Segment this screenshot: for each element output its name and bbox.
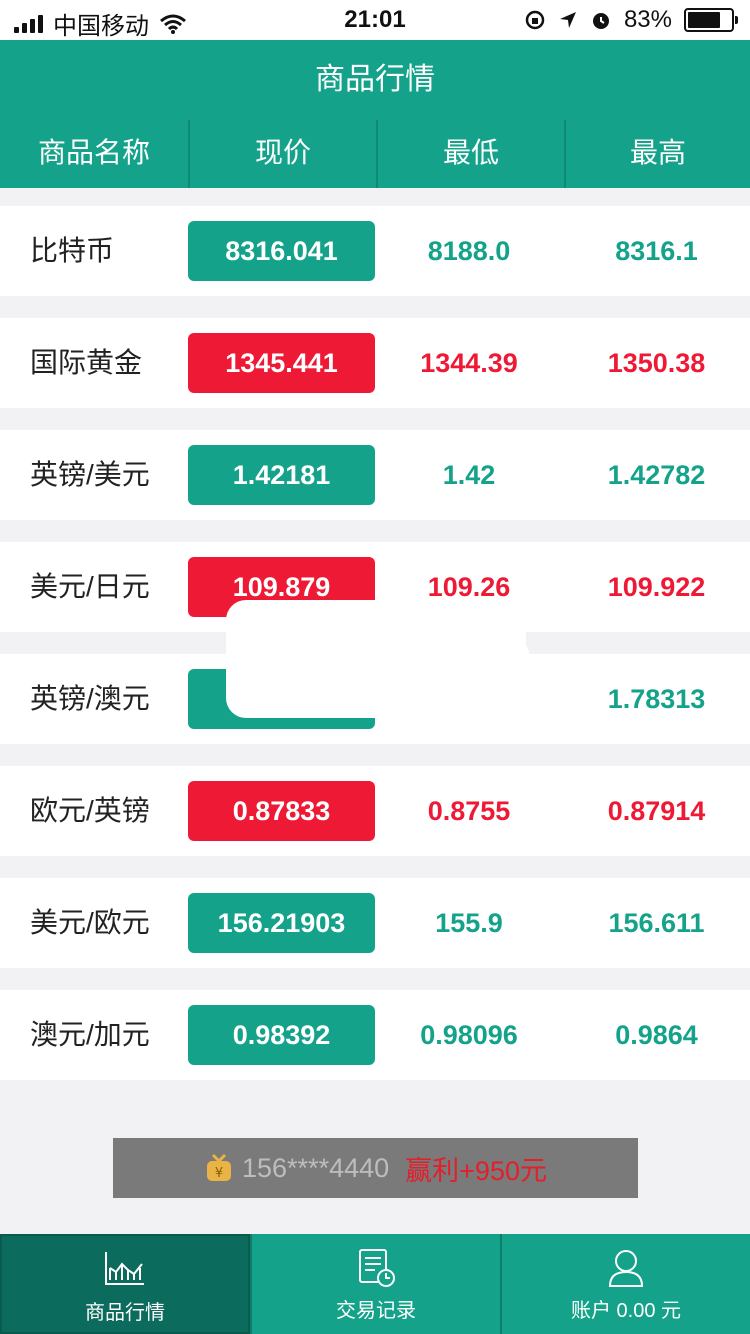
low-price: 1.42: [442, 460, 496, 490]
coin-bag-icon: ¥: [207, 1153, 231, 1181]
user-icon: [608, 1250, 644, 1287]
location-icon: [559, 12, 576, 28]
current-price[interactable]: 1.42181: [188, 445, 375, 505]
document-clock-icon: [359, 1249, 395, 1287]
ticker-user: 156****4440: [242, 1152, 390, 1183]
low-price: 0.98096: [420, 1020, 518, 1050]
low-price: 1344.39: [420, 348, 518, 378]
commodity-name: 比特币: [30, 235, 115, 266]
page-title: 商品行情: [0, 40, 750, 120]
table-row[interactable]: 国际黄金 1345.441 1344.39 1350.38: [0, 318, 750, 408]
status-bar: 中国移动 21:01 83%: [0, 0, 750, 40]
tab-trade-records-label: 交易记录: [336, 1300, 416, 1322]
current-price[interactable]: 1345.441: [188, 333, 375, 393]
win-ticker: ¥ 156****4440 赢利+950元: [113, 1138, 638, 1198]
redaction-smear: [370, 630, 530, 720]
commodity-name: 英镑/澳元: [30, 683, 150, 714]
tab-account[interactable]: 账户 0.00 元: [500, 1234, 750, 1334]
high-price: 109.922: [607, 572, 706, 602]
low-price: 155.9: [435, 908, 503, 938]
table-header: 商品名称 现价 最低 最高: [0, 120, 750, 188]
tab-account-label: 账户 0.00 元: [570, 1300, 682, 1322]
table-row[interactable]: 美元/欧元 156.21903 155.9 156.611: [0, 878, 750, 968]
commodity-name: 国际黄金: [30, 347, 143, 378]
column-header-high: 最高: [564, 120, 750, 188]
battery-percent: 83%: [623, 6, 672, 33]
low-price: 0.8755: [427, 796, 511, 826]
table-row[interactable]: 澳元/加元 0.98392 0.98096 0.9864: [0, 990, 750, 1080]
current-price[interactable]: 8316.041: [188, 221, 375, 281]
ticker-win-amount: 赢利+950元: [405, 1155, 547, 1186]
commodity-name: 美元/欧元: [30, 907, 150, 938]
commodity-name: 美元/日元: [30, 571, 150, 602]
high-price: 0.9864: [615, 1020, 698, 1050]
high-price: 156.611: [608, 908, 705, 938]
high-price: 1.78313: [607, 684, 706, 714]
tab-trade-records[interactable]: 交易记录: [250, 1234, 500, 1334]
high-price: 1.42782: [607, 460, 706, 490]
svg-text:¥: ¥: [215, 1166, 223, 1181]
current-price[interactable]: 0.98392: [188, 1005, 375, 1065]
orientation-lock-icon: [525, 10, 545, 30]
column-header-low: 最低: [376, 120, 564, 188]
tab-market[interactable]: 商品行情: [0, 1234, 250, 1334]
tab-bar: 商品行情 交易记录 账户 0.00 元: [0, 1234, 750, 1334]
commodity-name: 英镑/美元: [30, 459, 150, 490]
low-price: 8188.0: [427, 236, 511, 266]
column-header-price: 现价: [188, 120, 376, 188]
alarm-icon: [592, 13, 609, 29]
table-row[interactable]: 比特币 8316.041 8188.0 8316.1: [0, 206, 750, 296]
commodity-name: 欧元/英镑: [30, 795, 150, 826]
high-price: 0.87914: [607, 796, 706, 826]
battery-level: [688, 12, 720, 28]
current-price[interactable]: 156.21903: [188, 893, 375, 953]
high-price: 8316.1: [615, 236, 698, 266]
table-row[interactable]: 欧元/英镑 0.87833 0.8755 0.87914: [0, 766, 750, 856]
chart-icon: [105, 1252, 144, 1285]
column-header-name: 商品名称: [37, 137, 150, 168]
battery-icon: [684, 8, 738, 32]
table-row[interactable]: 英镑/美元 1.42181 1.42 1.42782: [0, 430, 750, 520]
tab-market-label: 商品行情: [85, 1302, 165, 1324]
high-price: 1350.38: [607, 348, 706, 378]
commodity-name: 澳元/加元: [30, 1019, 150, 1050]
current-price[interactable]: 0.87833: [188, 781, 375, 841]
